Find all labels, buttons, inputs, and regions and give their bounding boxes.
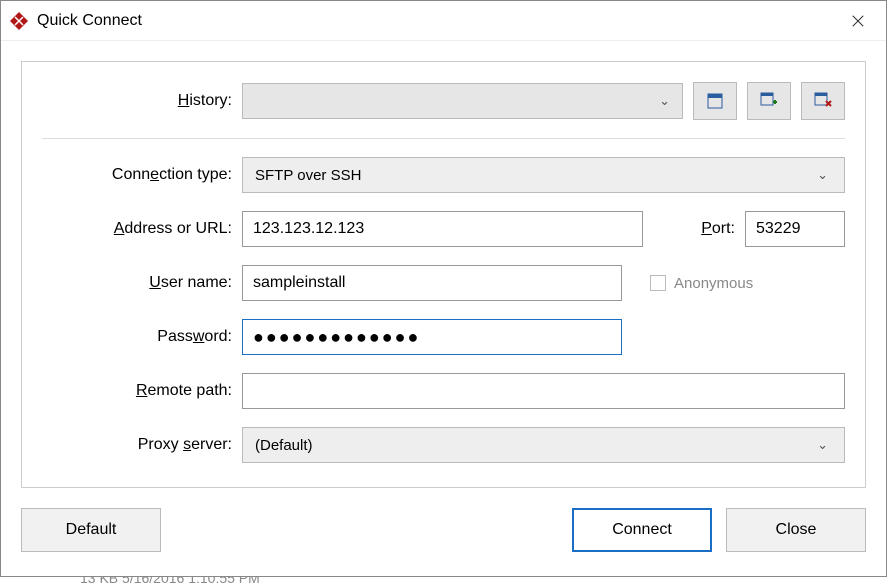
divider — [42, 138, 845, 139]
default-button[interactable]: Default — [21, 508, 161, 552]
connection-type-label: Connection type: — [42, 166, 232, 184]
app-icon — [9, 11, 29, 31]
proxy-value: (Default) — [255, 437, 313, 454]
password-label: Password: — [42, 328, 232, 346]
history-open-button[interactable] — [693, 82, 737, 120]
checkbox-box — [650, 275, 666, 291]
connection-type-select[interactable]: SFTP over SSH ⌄ — [242, 157, 845, 193]
port-input[interactable] — [745, 211, 845, 247]
window-title: Quick Connect — [37, 12, 838, 30]
history-remove-button[interactable] — [801, 82, 845, 120]
anonymous-label: Anonymous — [674, 275, 753, 292]
dialog-window: Quick Connect History: ⌄ — [0, 0, 887, 577]
close-button[interactable]: Close — [726, 508, 866, 552]
close-window-button[interactable] — [838, 1, 878, 41]
history-add-button[interactable] — [747, 82, 791, 120]
proxy-label: Proxy server: — [42, 436, 232, 454]
connection-type-value: SFTP over SSH — [255, 167, 361, 184]
chevron-down-icon: ⌄ — [659, 93, 670, 109]
remote-path-input[interactable] — [242, 373, 845, 409]
port-label: Port: — [701, 220, 735, 238]
username-label: User name: — [42, 274, 232, 292]
username-input[interactable] — [242, 265, 622, 301]
history-select[interactable]: ⌄ — [242, 83, 683, 119]
remote-path-label: Remote path: — [42, 382, 232, 400]
connect-button[interactable]: Connect — [572, 508, 712, 552]
password-mask: ●●●●●●●●●●●●● — [253, 327, 420, 348]
password-input[interactable]: ●●●●●●●●●●●●● — [242, 319, 622, 355]
address-label: Address or URL: — [42, 220, 232, 238]
form-group: History: ⌄ Connection type: — [21, 61, 866, 488]
anonymous-checkbox[interactable]: Anonymous — [650, 275, 753, 292]
proxy-select[interactable]: (Default) ⌄ — [242, 427, 845, 463]
address-input[interactable] — [242, 211, 643, 247]
chevron-down-icon: ⌄ — [817, 167, 828, 183]
titlebar: Quick Connect — [1, 1, 886, 41]
chevron-down-icon: ⌄ — [817, 437, 828, 453]
history-label: History: — [42, 92, 232, 110]
